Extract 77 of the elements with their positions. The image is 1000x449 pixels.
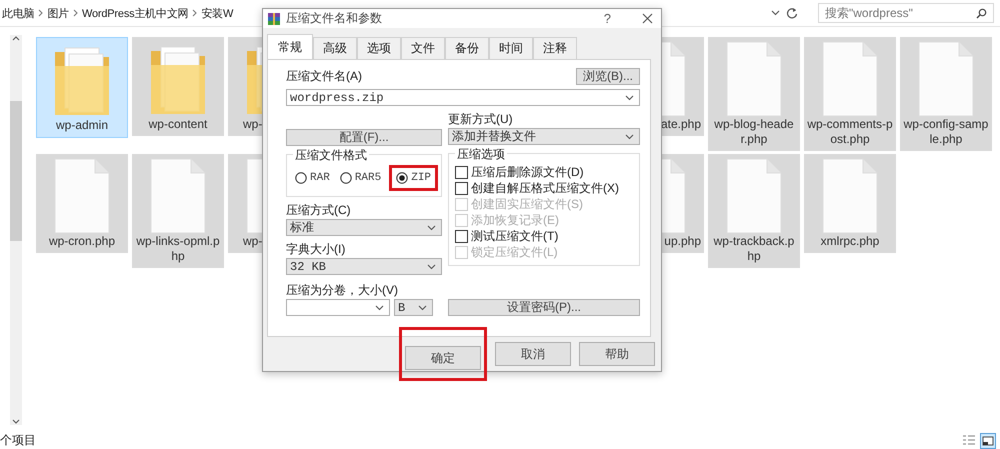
archive-name-combo[interactable]: wordpress.zip [286,89,640,106]
file-icon [822,158,878,234]
tab[interactable]: 常规 [267,34,313,59]
file-icon [822,41,878,117]
file-icon [54,158,110,234]
chevron-right-icon [38,9,44,17]
breadcrumb-item[interactable]: 图片 [47,6,70,20]
radio-option[interactable]: RAR5 [338,170,384,186]
chevron-down-icon [418,304,427,310]
refresh-icon[interactable] [786,7,798,19]
update-mode-combo[interactable]: 添加并替换文件 [448,128,640,145]
file-tile[interactable]: wp-cron.php [36,154,128,253]
checkbox-option[interactable]: 创建自解压格式压缩文件(X) [455,180,633,196]
archive-app-icon [267,12,281,26]
search-field[interactable]: 搜索"wordpress" [818,3,994,23]
dialog-title: 压缩文件名和参数 [286,10,383,27]
file-icon [150,158,206,234]
scroll-down-icon[interactable] [12,419,20,425]
file-icon [726,158,782,234]
tab[interactable]: 文件 [401,37,445,59]
field-label: 压缩文件名(A) [286,68,362,85]
checkbox[interactable] [455,166,468,178]
breadcrumb-item[interactable]: 此电脑 [2,6,34,20]
file-tile[interactable]: wp-blog-header.php [708,37,800,151]
tab[interactable]: 选项 [357,37,401,59]
search-icon [976,8,987,19]
scroll-up-icon[interactable] [12,35,20,41]
help-button[interactable]: ? [604,11,611,26]
field-label: 压缩方式(C) [286,203,352,217]
dialog-button[interactable]: 取消 [495,342,571,366]
tab[interactable]: 备份 [445,37,489,59]
field-label: 更新方式(U) [448,112,514,126]
field-label: 压缩为分卷，大小(V) [286,283,399,297]
group-title: 压缩文件格式 [293,147,369,164]
checkbox[interactable] [455,182,468,194]
chevron-right-icon [192,9,198,17]
close-icon[interactable] [642,13,653,24]
large-icons-view-icon[interactable] [980,432,996,448]
file-tile[interactable]: wp-config-sample.php [900,37,992,151]
tab[interactable]: 注释 [533,37,577,59]
chevron-down-icon [427,224,436,230]
chevron-down-icon [625,94,634,100]
dialog-button[interactable]: 帮助 [579,342,655,366]
radio-option[interactable]: RAR [293,170,332,186]
dictionary-combo[interactable]: 32 KB [286,258,442,275]
set-password-button[interactable]: 设置密码(P)... [448,299,640,316]
unit-combo[interactable]: B [394,299,433,316]
checkbox-option[interactable]: 压缩后删除源文件(D) [455,164,633,180]
group-title: 压缩选项 [455,146,507,163]
radio-option[interactable]: ZIP [394,170,434,186]
file-tile[interactable]: wp-comments-post.php [804,37,896,151]
tab[interactable]: 时间 [489,37,533,59]
file-tile[interactable]: wp-admin [36,37,128,138]
chevron-down-icon [625,134,634,140]
details-view-icon[interactable] [962,434,976,448]
chevron-down-icon [375,304,384,310]
checkbox[interactable] [455,230,468,242]
dialog-button[interactable]: 确定 [405,346,481,370]
breadcrumb-item[interactable]: 安装W [201,6,234,20]
file-tile[interactable]: wp-content [132,37,224,136]
file-tile[interactable]: xmlrpc.php [804,154,896,253]
file-icon [726,41,782,117]
method-combo[interactable]: 标准 [286,219,442,236]
profiles-button[interactable]: 配置(F)... [286,129,442,146]
checkbox-option[interactable]: 测试压缩文件(T) [455,228,633,244]
breadcrumb-item[interactable]: WordPress主机中文网 [82,6,188,20]
file-icon [918,41,974,117]
field-label: 字典大小(I) [286,242,346,256]
item-count: 个项目 [0,432,37,449]
scrollbar[interactable] [10,35,22,425]
file-tile[interactable]: wp-links-opml.php [132,154,224,268]
chevron-down-icon [427,264,436,270]
dropdown-icon [771,10,780,16]
browse-button[interactable]: 浏览(B)... [576,68,640,85]
tab[interactable]: 高级 [313,37,357,59]
chevron-right-icon [73,9,78,17]
file-tile[interactable]: wp-trackback.php [708,154,800,268]
